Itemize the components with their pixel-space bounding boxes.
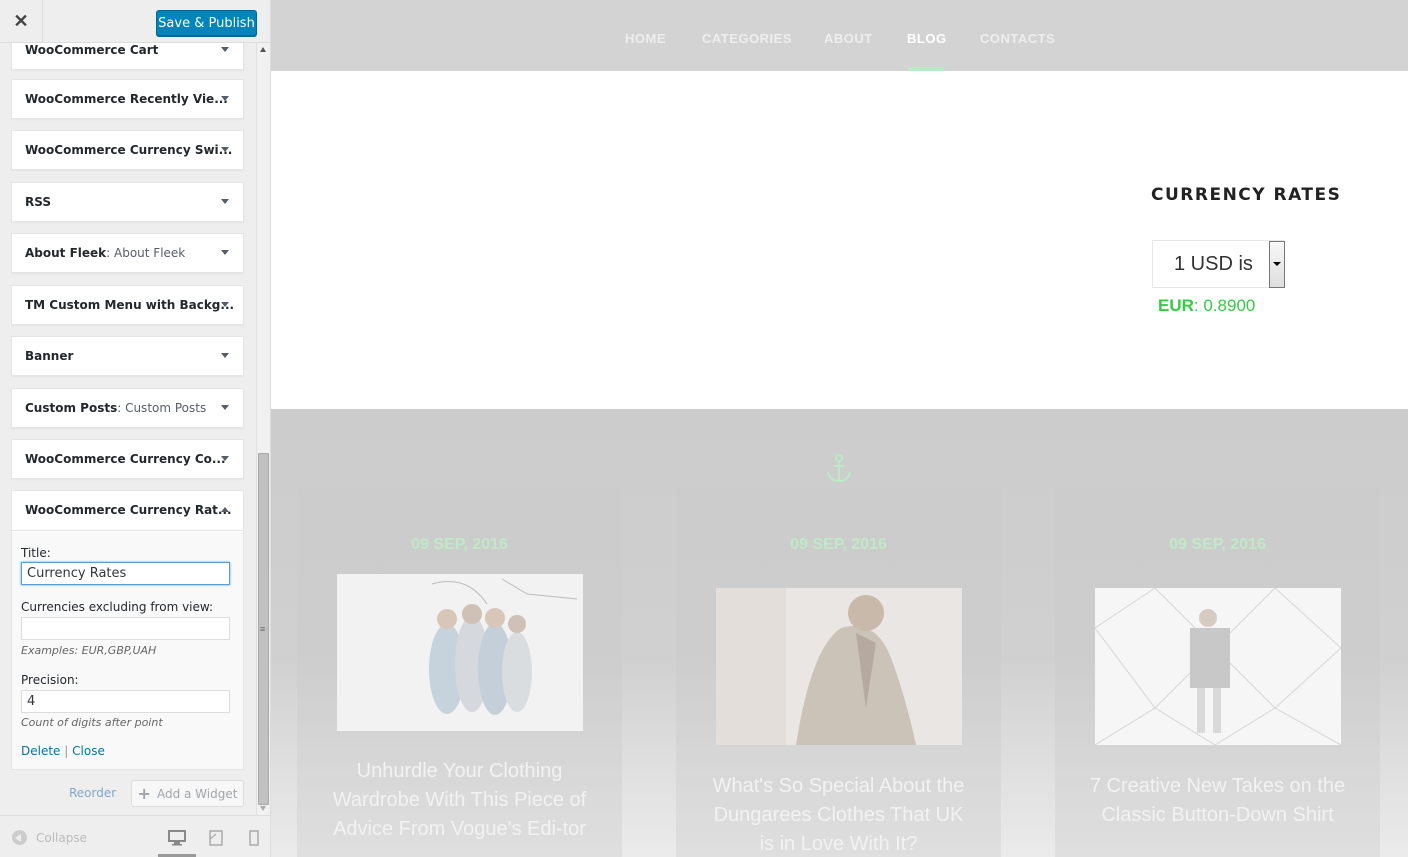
reorder-link[interactable]: Reorder [69, 786, 116, 800]
scroll-up-arrow-icon[interactable] [260, 47, 266, 52]
widget-item[interactable]: WooCommerce Recently Vie... [11, 79, 244, 119]
close-widget-link[interactable]: Close [72, 744, 105, 758]
post-image[interactable] [1095, 588, 1341, 745]
customizer-header: ✕ Save & Publish [0, 0, 270, 43]
exclude-currencies-label: Currencies excluding from view: [21, 600, 214, 614]
blog-post-card[interactable]: 09 SEP, 2016 Unhurdle Your Clothing Ward… [297, 489, 622, 857]
post-title[interactable]: What's So Special About the Dungarees Cl… [706, 772, 971, 857]
widget-item[interactable]: TM Custom Menu with Backg... [11, 285, 244, 325]
chevron-down-icon[interactable] [221, 353, 229, 358]
widget-actions: Delete | Close [21, 744, 105, 758]
title-label: Title: [21, 546, 51, 560]
currency-select[interactable]: 1 USD is [1152, 240, 1285, 288]
customizer-sidebar: ✕ Save & Publish WooCommerce Cart WooCom… [0, 0, 271, 857]
anchor-icon [827, 454, 851, 483]
widget-title: About Fleek: About Fleek [25, 246, 186, 260]
currency-select-value: 1 USD is [1174, 253, 1253, 275]
exclude-currencies-hint: Examples: EUR,GBP,UAH [21, 644, 157, 657]
precision-input[interactable]: 4 [21, 690, 230, 713]
nav-home[interactable]: HOME [625, 31, 666, 46]
customizer-footer: Collapse [0, 815, 270, 857]
nav-categories[interactable]: CATEGORIES [702, 31, 792, 46]
site-preview: HOME CATEGORIES ABOUT BLOG CONTACTS CURR… [271, 0, 1408, 857]
chevron-down-icon[interactable] [221, 147, 229, 152]
chevron-down-icon[interactable] [221, 405, 229, 410]
post-image[interactable] [337, 574, 583, 731]
title-input[interactable]: Currency Rates [21, 562, 230, 585]
post-title[interactable]: Unhurdle Your Clothing Wardrobe With Thi… [327, 757, 592, 844]
widget-item[interactable]: About Fleek: About Fleek [11, 233, 244, 273]
currency-rates-widget: CURRENCY RATES 1 USD is EUR: 0.8900 [1151, 185, 1342, 315]
post-date: 09 SEP, 2016 [411, 536, 508, 553]
widget-title: WooCommerce Recently Vie... [25, 92, 228, 106]
chevron-down-icon[interactable] [221, 250, 229, 255]
blog-section: 09 SEP, 2016 Unhurdle Your Clothing Ward… [271, 409, 1408, 857]
mobile-preview-icon[interactable] [244, 830, 264, 846]
precision-label: Precision: [21, 673, 79, 687]
currency-rate: EUR: 0.8900 [1158, 296, 1255, 316]
currency-rate-code: EUR [1158, 296, 1194, 315]
chevron-up-icon[interactable] [221, 507, 229, 512]
scroll-down-arrow-icon[interactable] [260, 806, 266, 811]
collapse-button[interactable]: Collapse [12, 830, 87, 845]
plus-icon: + [137, 784, 151, 803]
nav-blog[interactable]: BLOG [907, 31, 947, 46]
close-customizer-button[interactable]: ✕ [0, 0, 43, 43]
widget-item[interactable]: Custom Posts: Custom Posts [11, 388, 244, 428]
widget-item[interactable]: WooCommerce Currency Swi... [11, 130, 244, 170]
save-publish-button[interactable]: Save & Publish [156, 10, 257, 36]
dropdown-arrow-icon[interactable] [1269, 241, 1285, 288]
blog-post-card[interactable]: 09 SEP, 2016 What's So Special About the… [676, 489, 1001, 857]
widget-item[interactable]: WooCommerce Cart [11, 43, 244, 70]
collapse-label: Collapse [36, 830, 87, 845]
widget-header[interactable]: WooCommerce Currency Rat... [12, 491, 243, 531]
widget-title: TM Custom Menu with Backg... [25, 298, 235, 312]
exclude-currencies-input[interactable] [21, 617, 230, 640]
chevron-down-icon[interactable] [221, 302, 229, 307]
widget-title: WooCommerce Currency Co... [25, 452, 226, 466]
currency-rate-value: : 0.8900 [1193, 296, 1256, 315]
widget-item[interactable]: RSS [11, 182, 244, 222]
widget-title: WooCommerce Currency Swi... [25, 143, 233, 157]
sidebar-scrollbar[interactable]: ≡ [256, 43, 270, 815]
widget-title: Custom Posts: Custom Posts [25, 401, 207, 415]
chevron-down-icon[interactable] [221, 47, 229, 52]
widget-title: WooCommerce Currency Rat... [25, 503, 232, 517]
add-widget-button[interactable]: + Add a Widget [131, 780, 244, 807]
main-nav: HOME CATEGORIES ABOUT BLOG CONTACTS [271, 0, 1408, 71]
blog-post-card[interactable]: 09 SEP, 2016 7 Creative New Takes on the… [1055, 489, 1380, 857]
widget-title: RSS [25, 195, 51, 209]
post-title[interactable]: 7 Creative New Takes on the Classic Butt… [1085, 772, 1350, 830]
currency-rates-widget-expanded: WooCommerce Currency Rat... Title: Curre… [11, 490, 244, 770]
scrollbar-thumb[interactable]: ≡ [258, 453, 269, 805]
post-image[interactable] [716, 588, 962, 745]
widget-form: Title: Currency Rates Currencies excludi… [12, 532, 243, 769]
chevron-down-icon[interactable] [221, 96, 229, 101]
currency-rates-title: CURRENCY RATES [1151, 185, 1342, 205]
grip-icon: ≡ [260, 624, 266, 634]
widget-list: WooCommerce Cart WooCommerce Recently Vi… [0, 43, 255, 815]
widget-item[interactable]: WooCommerce Currency Co... [11, 439, 244, 479]
chevron-down-icon[interactable] [221, 199, 229, 204]
link-separator: | [64, 744, 69, 758]
delete-widget-link[interactable]: Delete [21, 744, 60, 758]
post-date: 09 SEP, 2016 [790, 536, 887, 553]
desktop-preview-icon[interactable] [167, 830, 187, 846]
tablet-preview-icon[interactable] [206, 830, 226, 846]
collapse-icon [12, 830, 27, 845]
widget-title: WooCommerce Cart [25, 43, 159, 57]
widget-item[interactable]: Banner [11, 336, 244, 376]
post-date: 09 SEP, 2016 [1169, 536, 1266, 553]
nav-about[interactable]: ABOUT [824, 31, 873, 46]
nav-active-indicator [908, 67, 944, 71]
add-widget-label: Add a Widget [156, 786, 238, 801]
precision-hint: Count of digits after point [21, 716, 163, 729]
nav-contacts[interactable]: CONTACTS [980, 31, 1055, 46]
widget-title: Banner [25, 349, 74, 363]
chevron-down-icon[interactable] [221, 456, 229, 461]
